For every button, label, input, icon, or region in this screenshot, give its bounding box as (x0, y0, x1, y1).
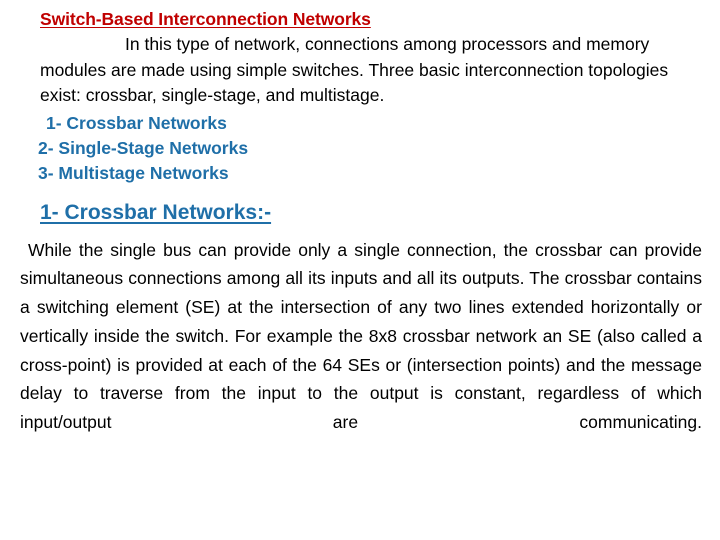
intro-paragraph: In this type of network, connections amo… (40, 34, 669, 105)
list-item-single-stage: 2- Single-Stage Networks (38, 137, 249, 158)
section-title: Switch-Based Interconnection Networks (40, 9, 371, 29)
sub-heading-crossbar-networks: 1- Crossbar Networks:- (40, 200, 272, 224)
slide-content: Switch-Based Interconnection Networks In… (0, 0, 720, 466)
list-item-multistage: 3- Multistage Networks (38, 162, 229, 183)
list-item-crossbar: 1- Crossbar Networks (46, 112, 227, 133)
slide-canvas: Switch-Based Interconnection Networks In… (0, 0, 720, 540)
body-paragraph: While the single bus can provide only a … (20, 239, 702, 433)
topic-list: 1- Crossbar Networks 2- Single-Stage Net… (0, 109, 720, 186)
